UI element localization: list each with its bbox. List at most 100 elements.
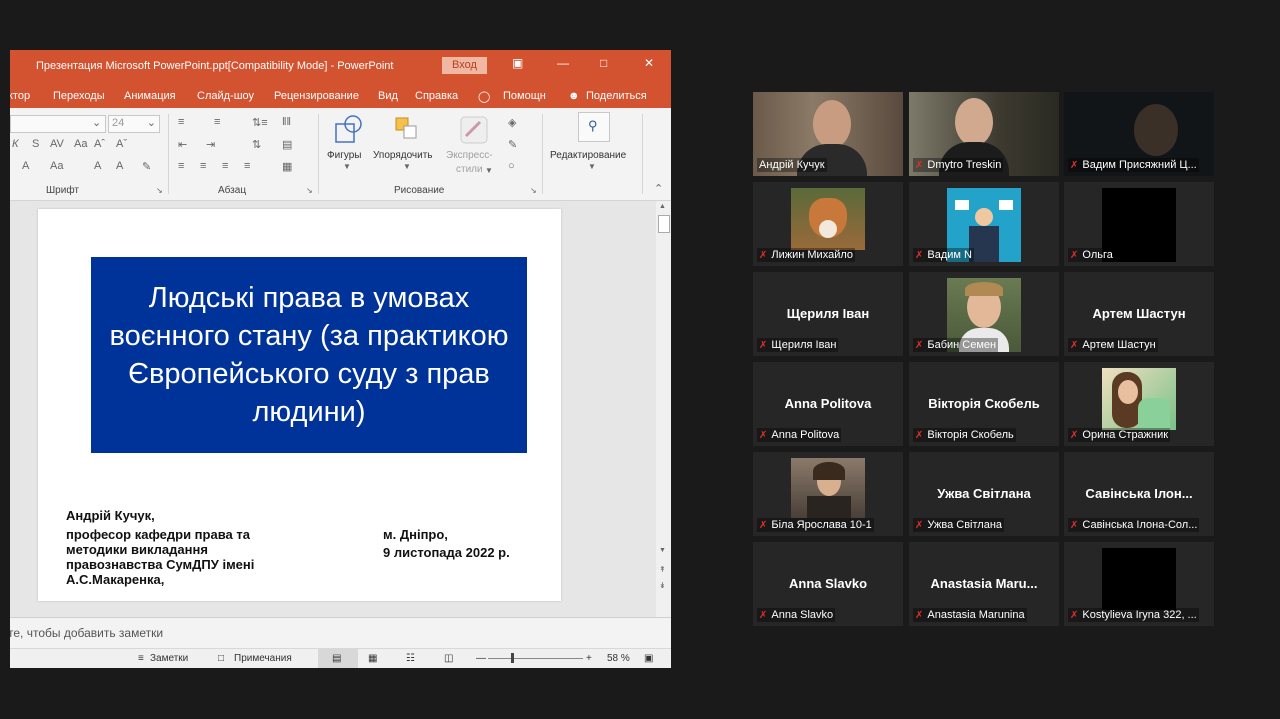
notes-placeholder[interactable]: те, чтобы добавить заметки — [10, 626, 163, 640]
shape-fill-icon[interactable]: ◈ — [508, 116, 516, 129]
tab-slideshow[interactable]: Слайд-шоу — [197, 90, 254, 102]
align-center-icon[interactable]: ≡ — [200, 160, 206, 172]
zoom-slider[interactable] — [488, 658, 583, 659]
participant-tile[interactable]: ✗ Dmytro Treskin — [909, 92, 1059, 176]
editing-button[interactable]: Редактирование — [550, 150, 626, 161]
italic-icon[interactable]: К — [12, 138, 18, 150]
comments-icon[interactable]: □ — [218, 653, 224, 664]
scroll-thumb[interactable] — [658, 215, 670, 233]
participant-tile[interactable]: ✗ Вадим N — [909, 182, 1059, 266]
slide[interactable]: Людські права в умовах воєнного стану (з… — [38, 209, 561, 601]
normal-view-icon[interactable]: ▤ — [332, 653, 341, 664]
character-spacing-icon[interactable]: AV — [50, 138, 64, 150]
participant-tile[interactable]: ✗ Вадим Присяжний Ц... — [1064, 92, 1214, 176]
shapes-button[interactable]: Фигуры — [327, 150, 361, 161]
participant-tile[interactable]: Щериля Іван ✗ Щериля Іван — [753, 272, 903, 356]
chevron-down-icon[interactable]: ▼ — [588, 162, 596, 171]
slideshow-icon[interactable]: ◫ — [444, 653, 453, 664]
shape-outline-icon[interactable]: ✎ — [508, 138, 517, 151]
fit-to-window-icon[interactable]: ▣ — [644, 653, 653, 664]
zoom-slider-thumb[interactable] — [511, 653, 514, 663]
comments-button[interactable]: Примечания — [234, 653, 292, 664]
tab-view[interactable]: Вид — [378, 90, 398, 102]
participant-tile[interactable]: ✗ Бабин Семен — [909, 272, 1059, 356]
font-size-box[interactable]: 24 ⌄ — [108, 115, 160, 133]
participant-tile[interactable]: ✗ Kostylieva Iryna 322, ... — [1064, 542, 1214, 626]
zoom-out-icon[interactable]: — — [476, 653, 486, 664]
font-color-icon[interactable]: A — [22, 160, 29, 172]
line-spacing-icon[interactable]: ⇅≡ — [252, 116, 268, 129]
chevron-down-icon[interactable]: ⌄ — [92, 116, 101, 129]
notes-button[interactable]: Заметки — [150, 653, 188, 664]
text-direction-icon[interactable]: ⇅ — [252, 138, 261, 151]
dialog-launcher-icon[interactable]: ↘ — [530, 186, 537, 195]
align-left-icon[interactable]: ≡ — [178, 160, 184, 172]
notes-pane[interactable]: те, чтобы добавить заметки — [10, 617, 671, 650]
zoom-level[interactable]: 58 % — [607, 653, 630, 664]
quick-styles-icon[interactable] — [458, 114, 490, 146]
tab-animations[interactable]: Анимация — [124, 90, 176, 102]
change-case-icon[interactable]: Aa — [50, 160, 63, 172]
strikethrough-icon[interactable]: S — [32, 138, 39, 150]
previous-slide-icon[interactable]: ↟ — [659, 565, 666, 574]
quick-styles-label-1[interactable]: Экспресс- — [446, 150, 493, 161]
find-button[interactable]: ⚲ — [578, 112, 610, 142]
chevron-down-icon[interactable]: ⌄ — [147, 116, 156, 129]
participant-tile[interactable]: Вікторія Скобель ✗ Вікторія Скобель — [909, 362, 1059, 446]
quick-styles-label-2[interactable]: стили — [456, 164, 483, 175]
maximize-icon[interactable]: □ — [600, 56, 607, 70]
grow-font-icon[interactable]: Aˆ — [94, 138, 105, 150]
chevron-down-icon[interactable]: ▼ — [403, 162, 411, 171]
dialog-launcher-icon[interactable]: ↘ — [156, 186, 163, 195]
participant-tile[interactable]: Anna Politova ✗ Anna Politova — [753, 362, 903, 446]
shapes-icon[interactable] — [334, 114, 364, 146]
scroll-up-icon[interactable]: ▲ — [659, 203, 666, 210]
clear-format-icon[interactable]: Aa — [74, 138, 87, 150]
minimize-icon[interactable]: — — [557, 56, 569, 70]
slide-title[interactable]: Людські права в умовах воєнного стану (з… — [91, 257, 527, 453]
dialog-launcher-icon[interactable]: ↘ — [306, 186, 313, 195]
arrange-button[interactable]: Упорядочить — [373, 150, 433, 161]
close-icon[interactable]: ✕ — [644, 56, 654, 70]
tab-design[interactable]: ктор — [10, 90, 30, 102]
shrink-font-icon[interactable]: Aˇ — [116, 138, 127, 150]
slide-sorter-icon[interactable]: ▦ — [368, 653, 377, 664]
participant-tile[interactable]: Anna Slavko ✗ Anna Slavko — [753, 542, 903, 626]
participant-tile[interactable]: Артем Шастун ✗ Артем Шастун — [1064, 272, 1214, 356]
next-slide-icon[interactable]: ↡ — [659, 581, 666, 590]
tab-transitions[interactable]: Переходы — [53, 90, 105, 102]
align-right-icon[interactable]: ≡ — [222, 160, 228, 172]
chevron-down-icon[interactable]: ▼ — [343, 162, 351, 171]
participant-tile[interactable]: ✗ Орина Стражник — [1064, 362, 1214, 446]
tab-help[interactable]: Справка — [415, 90, 458, 102]
indent-decrease-icon[interactable]: ⇤ — [178, 138, 187, 151]
arrange-icon[interactable] — [392, 114, 422, 146]
text-shadow-icon[interactable]: A — [116, 160, 123, 172]
numbering-icon[interactable]: ≡ — [214, 116, 220, 128]
participant-tile[interactable]: Ужва Світлана ✗ Ужва Світлана — [909, 452, 1059, 536]
indent-increase-icon[interactable]: ⇥ — [206, 138, 215, 151]
participant-tile[interactable]: ✗ Біла Ярослава 10-1 — [753, 452, 903, 536]
smartart-icon[interactable]: ▦ — [282, 160, 292, 173]
participant-tile[interactable]: ✗ Ольга — [1064, 182, 1214, 266]
reading-view-icon[interactable]: ☷ — [406, 653, 415, 664]
participant-tile[interactable]: Anastasia Maru... ✗ Anastasia Marunina — [909, 542, 1059, 626]
tab-review[interactable]: Рецензирование — [274, 90, 359, 102]
participant-tile[interactable]: ✗ Лижин Михайло — [753, 182, 903, 266]
vertical-scrollbar[interactable]: ▲ ▼ ↟ ↡ — [656, 201, 671, 617]
bullets-icon[interactable]: ≡ — [178, 116, 184, 128]
zoom-in-icon[interactable]: + — [586, 653, 592, 664]
columns-icon[interactable]: ‖‖ — [282, 116, 291, 128]
ribbon-display-icon[interactable]: ▣ — [512, 56, 523, 70]
participant-tile[interactable]: Савінська Ілон... ✗ Савінська Ілона-Сол..… — [1064, 452, 1214, 536]
font-effects-icon[interactable]: ✎ — [142, 160, 151, 173]
scroll-down-icon[interactable]: ▼ — [659, 547, 666, 554]
shape-effects-icon[interactable]: ○ — [508, 160, 515, 172]
participant-tile[interactable]: Андрій Кучук — [753, 92, 903, 176]
share-button[interactable]: Поделиться — [586, 90, 647, 102]
justify-icon[interactable]: ≡ — [244, 160, 250, 172]
notes-icon[interactable]: ≡ — [138, 653, 144, 664]
chevron-down-icon[interactable]: ▼ — [485, 166, 493, 175]
collapse-ribbon-icon[interactable]: ⌃ — [654, 182, 663, 195]
align-text-icon[interactable]: ▤ — [282, 138, 292, 151]
